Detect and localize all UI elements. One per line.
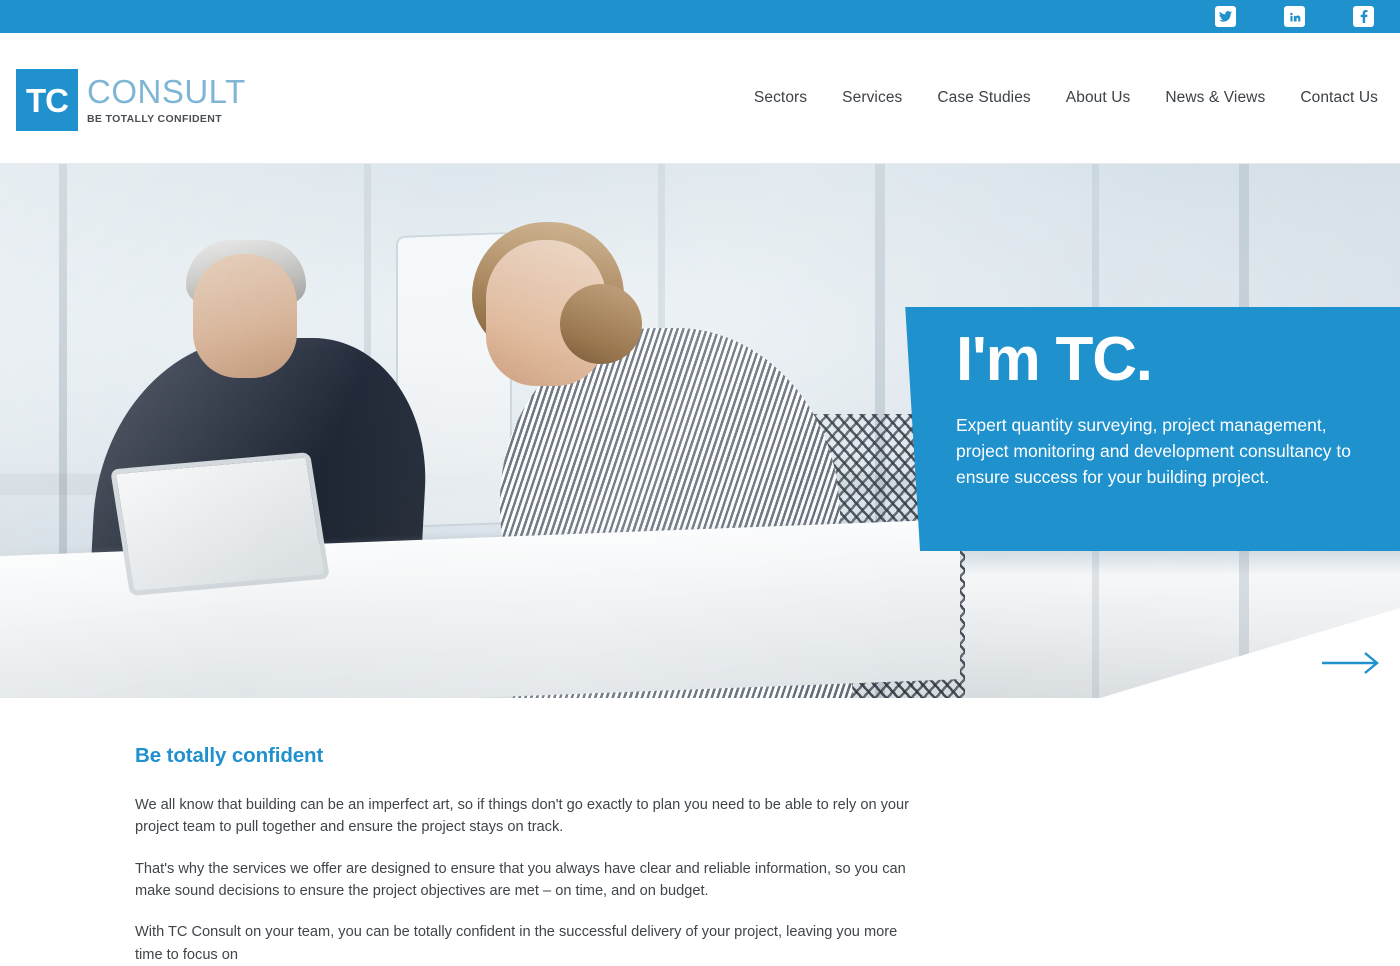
main-content: Be totally confident We all know that bu… [0,698,1400,966]
logo-word: CONSULT [87,73,246,110]
top-social-bar [0,0,1400,33]
hero-section: I'm TC. Expert quantity surveying, proje… [0,164,1400,698]
tablet-shape [110,452,330,596]
body-paragraph: We all know that building can be an impe… [135,797,910,836]
linkedin-icon[interactable] [1284,6,1305,27]
social-links [1215,0,1374,33]
hero-title: I'm TC. [956,325,1153,394]
logo-mark: TC [16,69,78,131]
content-column: Be totally confident We all know that bu… [135,744,917,966]
twitter-icon[interactable] [1215,6,1236,27]
nav-item-contact-us[interactable]: Contact Us [1300,89,1378,107]
site-header: TC CONSULT BE TOTALLY CONFIDENT Sectors … [0,33,1400,164]
hero-banner-content: I'm TC. Expert quantity surveying, proje… [956,329,1370,491]
hero-subtitle: Expert quantity surveying, project manag… [956,415,1351,487]
nav-item-about-us[interactable]: About Us [1066,89,1131,107]
logo-wordmark: CONSULT BE TOTALLY CONFIDENT [87,69,246,125]
next-slide-arrow-icon[interactable] [1320,650,1382,676]
nav-item-sectors[interactable]: Sectors [754,89,807,107]
site-logo[interactable]: TC CONSULT BE TOTALLY CONFIDENT [16,69,246,131]
main-navigation: Sectors Services Case Studies About Us N… [754,89,1378,107]
facebook-icon[interactable] [1353,6,1374,27]
section-heading: Be totally confident [135,744,324,767]
nav-item-case-studies[interactable]: Case Studies [937,89,1030,107]
body-paragraph: With TC Consult on your team, you can be… [135,924,898,963]
logo-tagline: BE TOTALLY CONFIDENT [87,113,222,125]
logo-mark-text: TC [26,81,69,119]
man-figure-head [193,254,297,378]
nav-item-news-views[interactable]: News & Views [1165,89,1265,107]
body-paragraph: That's why the services we offer are des… [135,860,906,899]
nav-item-services[interactable]: Services [842,89,902,107]
woman-figure-bun [560,284,642,364]
